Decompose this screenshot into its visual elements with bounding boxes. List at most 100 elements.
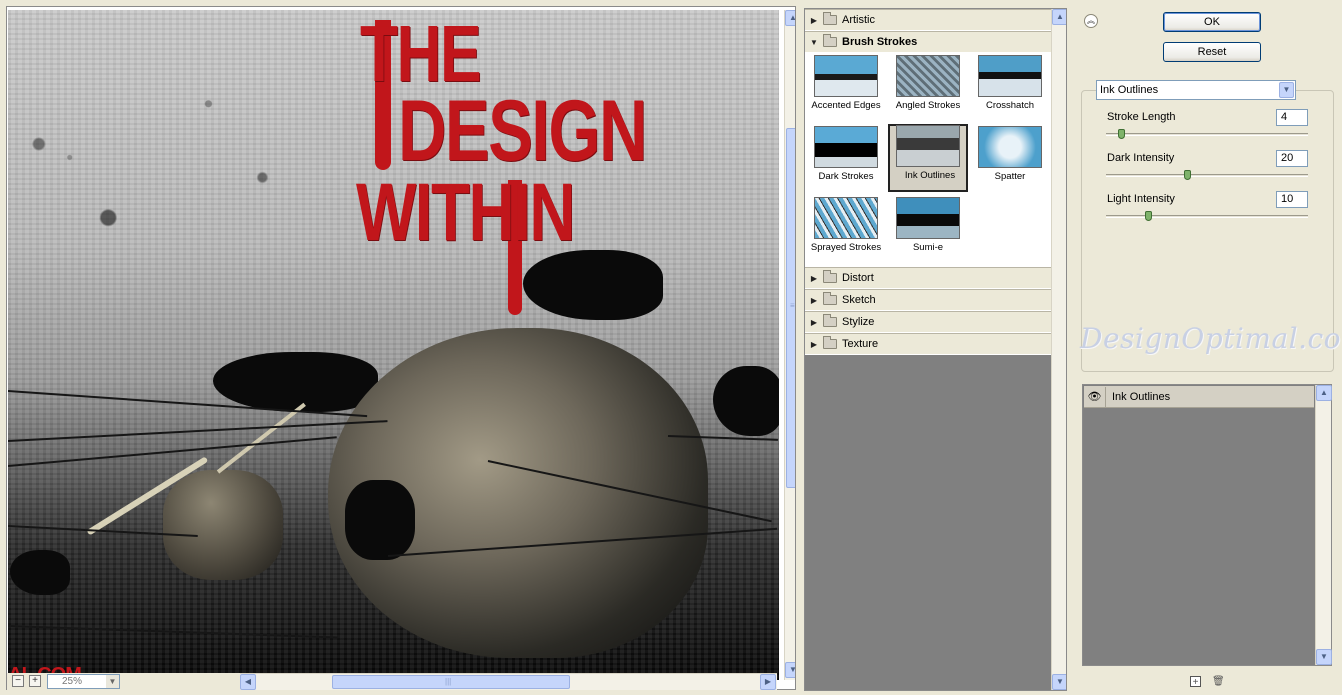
filter-label: Sumi-e — [912, 242, 944, 253]
filter-settings-panel: ︽ OK Reset Ink Outlines ▼ Stroke Length … — [1070, 0, 1342, 695]
scroll-up-button[interactable]: ▲ — [1316, 385, 1332, 401]
expand-triangle-icon[interactable]: ▶ — [805, 16, 823, 25]
collapse-gallery-button[interactable]: ︽ — [1084, 14, 1098, 28]
slider-thumb[interactable] — [1145, 211, 1152, 221]
category-texture[interactable]: ▶ Texture — [805, 333, 1051, 355]
filter-sprayed-strokes[interactable]: Sprayed Strokes — [806, 196, 886, 264]
filter-thumbnail — [978, 55, 1042, 97]
scroll-thumb[interactable]: ≡ — [786, 128, 795, 488]
folder-icon — [823, 12, 837, 25]
dark-intensity-label: Dark Intensity — [1107, 152, 1175, 164]
ok-button[interactable]: OK — [1163, 12, 1261, 32]
zoom-level-select[interactable]: 25% ▼ — [47, 674, 120, 689]
filter-thumbnail — [814, 55, 878, 97]
category-brush-strokes[interactable]: ▼ Brush Strokes — [805, 31, 1051, 53]
filter-label: Crosshatch — [985, 100, 1035, 111]
filter-label: Accented Edges — [811, 100, 881, 111]
folder-icon — [823, 336, 837, 349]
scroll-up-button[interactable]: ▲ — [785, 10, 795, 26]
filter-label: Angled Strokes — [895, 100, 961, 111]
light-intensity-input[interactable]: 10 — [1276, 191, 1308, 208]
light-intensity-slider[interactable] — [1106, 211, 1308, 221]
filter-ink-outlines[interactable]: Ink Outlines — [888, 124, 968, 192]
scroll-left-button[interactable]: ◀ — [240, 674, 256, 690]
poster-title-line-3: WITHIN — [356, 167, 576, 258]
visibility-eye-icon[interactable]: 👁 — [1084, 386, 1106, 407]
scroll-down-button[interactable]: ▼ — [1052, 674, 1066, 690]
poster-title-line-2: DESIGN — [398, 83, 647, 179]
preview-pane: THE DESIGN WITHIN AL.COM ▲ ≡ ▼ — [0, 0, 798, 695]
stroke-length-input[interactable]: 4 — [1276, 109, 1308, 126]
filter-select-value: Ink Outlines — [1100, 84, 1159, 96]
slider-thumb[interactable] — [1117, 129, 1125, 139]
gallery-scrollbar[interactable]: ▲ ▼ — [1051, 9, 1066, 690]
folder-icon — [823, 292, 837, 305]
chevron-down-icon: ▼ — [1056, 677, 1064, 686]
collapse-triangle-icon[interactable]: ▼ — [805, 38, 823, 47]
chevron-down-icon: ▼ — [789, 666, 795, 674]
category-distort[interactable]: ▶ Distort — [805, 267, 1051, 289]
chevron-down-icon[interactable]: ▼ — [106, 675, 119, 688]
hand-figure — [163, 470, 283, 580]
expand-triangle-icon[interactable]: ▶ — [805, 296, 823, 305]
zoom-in-button[interactable]: + — [29, 675, 41, 687]
category-sketch[interactable]: ▶ Sketch — [805, 289, 1051, 311]
barbed-wire — [8, 625, 338, 639]
scroll-down-button[interactable]: ▼ — [1316, 649, 1332, 665]
scroll-down-button[interactable]: ▼ — [785, 662, 795, 678]
filter-spatter[interactable]: Spatter — [970, 125, 1050, 193]
scroll-thumb[interactable]: ||| — [332, 675, 570, 689]
scroll-right-button[interactable]: ▶ — [760, 674, 776, 690]
filter-label: Sprayed Strokes — [810, 242, 882, 253]
watermark: DesignOptimal.com — [1080, 322, 1342, 355]
filter-angled-strokes[interactable]: Angled Strokes — [888, 54, 968, 122]
filter-thumbnail — [814, 197, 878, 239]
chevron-left-icon: ◀ — [244, 677, 252, 686]
expand-triangle-icon[interactable]: ▶ — [805, 318, 823, 327]
trash-icon[interactable]: 🗑 — [1212, 676, 1225, 687]
zoom-out-button[interactable]: − — [12, 675, 24, 687]
expand-triangle-icon[interactable]: ▶ — [805, 340, 823, 349]
filter-label: Ink Outlines — [904, 170, 956, 181]
filter-accented-edges[interactable]: Accented Edges — [806, 54, 886, 122]
category-label: Texture — [842, 338, 879, 350]
scroll-up-button[interactable]: ▲ — [1052, 9, 1066, 25]
chevron-right-icon: ▶ — [764, 677, 772, 686]
filter-dark-strokes[interactable]: Dark Strokes — [806, 125, 886, 193]
preview-canvas[interactable]: THE DESIGN WITHIN AL.COM — [8, 10, 779, 680]
folder-open-icon — [823, 34, 837, 47]
category-artistic[interactable]: ▶ Artistic — [805, 9, 1051, 31]
filter-crosshatch[interactable]: Crosshatch — [970, 54, 1050, 122]
expand-triangle-icon[interactable]: ▶ — [805, 274, 823, 283]
filter-thumbnails: Accented Edges Angled Strokes Crosshatch… — [805, 53, 1051, 267]
layers-scrollbar[interactable]: ▲ ▼ — [1315, 385, 1332, 665]
preview-horizontal-scrollbar[interactable]: ◀ ||| ▶ — [240, 673, 777, 690]
dark-intensity-slider[interactable] — [1106, 170, 1308, 180]
effect-layer-row[interactable]: 👁 Ink Outlines — [1084, 386, 1314, 408]
chevron-up-icon: ▲ — [1056, 12, 1064, 21]
crow-silhouette — [10, 550, 70, 595]
crow-silhouette — [523, 250, 663, 320]
filter-thumbnail — [896, 55, 960, 97]
stroke-length-slider[interactable] — [1106, 129, 1308, 139]
dark-intensity-input[interactable]: 20 — [1276, 150, 1308, 167]
preview-vertical-scrollbar[interactable]: ▲ ≡ ▼ — [784, 10, 795, 680]
chevron-up-icon: ▲ — [1320, 388, 1328, 397]
category-label: Stylize — [842, 316, 875, 328]
preview-frame: THE DESIGN WITHIN AL.COM ▲ ≡ ▼ — [6, 6, 796, 690]
new-effect-layer-icon[interactable]: + — [1190, 676, 1201, 688]
poster-title-line-1: THE — [360, 10, 482, 98]
category-stylize[interactable]: ▶ Stylize — [805, 311, 1051, 333]
filter-select[interactable]: Ink Outlines ▼ — [1096, 80, 1296, 100]
slider-thumb[interactable] — [1184, 170, 1191, 180]
filter-sumi-e[interactable]: Sumi-e — [888, 196, 968, 264]
barbed-wire — [8, 436, 337, 467]
grip-icon: ≡ — [790, 301, 795, 310]
chevron-down-icon[interactable]: ▼ — [1279, 82, 1294, 98]
filter-thumbnail — [978, 126, 1042, 168]
category-label: Artistic — [842, 14, 875, 26]
light-intensity-label: Light Intensity — [1107, 193, 1175, 205]
reset-button[interactable]: Reset — [1163, 42, 1261, 62]
zoom-level-value: 25% — [62, 676, 83, 687]
grip-icon: ||| — [445, 677, 452, 686]
